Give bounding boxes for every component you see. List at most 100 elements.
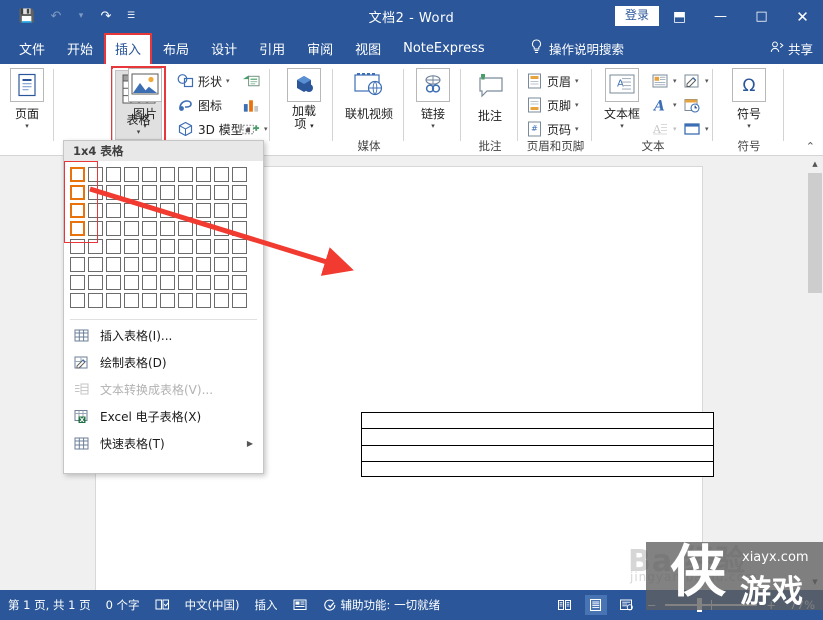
grid-cell[interactable] [178, 239, 193, 254]
insert-mode[interactable]: 插入 [255, 597, 278, 613]
menu-item-draw-table[interactable]: 绘制表格(D) [64, 349, 263, 376]
share-button[interactable]: 共享 [770, 33, 813, 64]
table-row[interactable] [362, 446, 713, 462]
footer-button[interactable]: 页脚 ▾ [525, 94, 579, 116]
symbol-button[interactable]: Ω 符号 ▾ [722, 68, 776, 130]
grid-cell[interactable] [160, 239, 175, 254]
tab-layout[interactable]: 布局 [152, 33, 200, 64]
page-info[interactable]: 第 1 页, 共 1 页 [8, 597, 91, 613]
grid-cell[interactable] [178, 203, 193, 218]
grid-cell[interactable] [124, 167, 139, 182]
links-button[interactable]: 链接 ▾ [406, 68, 460, 130]
view-web-layout-icon[interactable] [616, 595, 638, 615]
screenshot-caret-icon[interactable]: ▾ [264, 125, 268, 133]
proofing-icon[interactable] [155, 598, 170, 612]
grid-cell-selected[interactable] [70, 185, 85, 200]
grid-cell[interactable] [124, 275, 139, 290]
grid-cell[interactable] [124, 239, 139, 254]
grid-cell[interactable] [70, 293, 85, 308]
symbol-caret-icon[interactable]: ▾ [747, 123, 751, 130]
grid-cell[interactable] [178, 257, 193, 272]
grid-cell[interactable] [160, 203, 175, 218]
tab-home[interactable]: 开始 [56, 33, 104, 64]
signature-caret-icon[interactable]: ▾ [705, 77, 709, 85]
grid-cell[interactable] [88, 203, 103, 218]
grid-cell[interactable] [106, 275, 121, 290]
scroll-up-icon[interactable]: ▲ [807, 156, 823, 172]
grid-cell[interactable] [70, 275, 85, 290]
grid-cell[interactable] [142, 275, 157, 290]
grid-cell[interactable] [106, 203, 121, 218]
grid-cell[interactable] [88, 293, 103, 308]
sign-in-button[interactable]: 登录 [614, 6, 659, 26]
grid-cell[interactable] [232, 257, 247, 272]
pictures-button[interactable]: 图片 ▾ [118, 68, 172, 130]
header-button[interactable]: 页眉 ▾ [525, 70, 579, 92]
tab-insert[interactable]: 插入 [104, 33, 153, 66]
grid-cell[interactable] [232, 239, 247, 254]
tab-view[interactable]: 视图 [344, 33, 392, 64]
grid-cell[interactable] [214, 221, 229, 236]
grid-cell[interactable] [214, 185, 229, 200]
grid-cell[interactable] [160, 167, 175, 182]
tell-me-search[interactable]: 操作说明搜索 [530, 33, 624, 64]
grid-cell[interactable] [142, 257, 157, 272]
grid-cell[interactable] [142, 167, 157, 182]
grid-cell[interactable] [124, 221, 139, 236]
grid-cell[interactable] [196, 257, 211, 272]
smartart-button[interactable] [242, 70, 260, 92]
icons-button[interactable]: 图标 [176, 94, 222, 116]
grid-cell[interactable] [160, 221, 175, 236]
tab-file[interactable]: 文件 [8, 33, 56, 64]
grid-cell[interactable] [160, 185, 175, 200]
grid-cell[interactable] [196, 293, 211, 308]
date-time-button[interactable] [683, 94, 701, 116]
grid-cell[interactable] [124, 203, 139, 218]
grid-cell[interactable] [106, 167, 121, 182]
tab-noteexpress[interactable]: NoteExpress [392, 33, 496, 64]
grid-cell-selected[interactable] [70, 203, 85, 218]
page-number-button[interactable]: # 页码 ▾ [525, 118, 579, 140]
grid-cell[interactable] [106, 257, 121, 272]
grid-cell-selected[interactable] [70, 167, 85, 182]
tab-review[interactable]: 审阅 [296, 33, 344, 64]
wordart-button[interactable]: A ▾ [651, 94, 677, 116]
grid-cell[interactable] [214, 257, 229, 272]
grid-cell[interactable] [88, 275, 103, 290]
object-caret-icon[interactable]: ▾ [705, 125, 709, 133]
menu-item-quick-tables[interactable]: 快速表格(T) ▶ [64, 430, 263, 457]
minimize-icon[interactable]: — [700, 0, 741, 33]
grid-cell[interactable] [88, 185, 103, 200]
table-grid-picker[interactable] [64, 161, 263, 315]
grid-cell[interactable] [106, 293, 121, 308]
grid-cell[interactable] [214, 293, 229, 308]
shapes-button[interactable]: 形状 ▾ [176, 70, 230, 92]
pictures-caret-icon[interactable]: ▾ [143, 123, 147, 130]
addins-button[interactable]: 加载项 ▾ [277, 68, 331, 133]
new-comment-button[interactable]: 批注 [463, 70, 517, 124]
grid-cell[interactable] [106, 221, 121, 236]
grid-cell[interactable] [142, 239, 157, 254]
grid-cell[interactable] [124, 185, 139, 200]
inserted-table[interactable] [361, 412, 714, 477]
word-count[interactable]: 0 个字 [106, 597, 140, 613]
grid-cell[interactable] [124, 257, 139, 272]
grid-cell[interactable] [142, 185, 157, 200]
grid-cell[interactable] [214, 239, 229, 254]
grid-cell-selected[interactable] [70, 221, 85, 236]
text-box-button[interactable]: A 文本框 ▾ [595, 68, 649, 130]
grid-cell[interactable] [178, 167, 193, 182]
grid-cell[interactable] [160, 257, 175, 272]
quick-parts-button[interactable]: ▾ [651, 70, 677, 92]
grid-cell[interactable] [106, 185, 121, 200]
ribbon-display-options-icon[interactable]: ⬒ [659, 0, 700, 33]
3d-model-button[interactable]: 3D 模型 ▾ [176, 118, 250, 140]
table-row[interactable] [362, 429, 713, 446]
grid-cell[interactable] [160, 293, 175, 308]
chart-button[interactable] [242, 94, 260, 116]
grid-cell[interactable] [196, 185, 211, 200]
grid-cell[interactable] [142, 221, 157, 236]
shapes-caret-icon[interactable]: ▾ [226, 77, 230, 85]
grid-cell[interactable] [178, 275, 193, 290]
table-grid[interactable] [70, 167, 263, 311]
